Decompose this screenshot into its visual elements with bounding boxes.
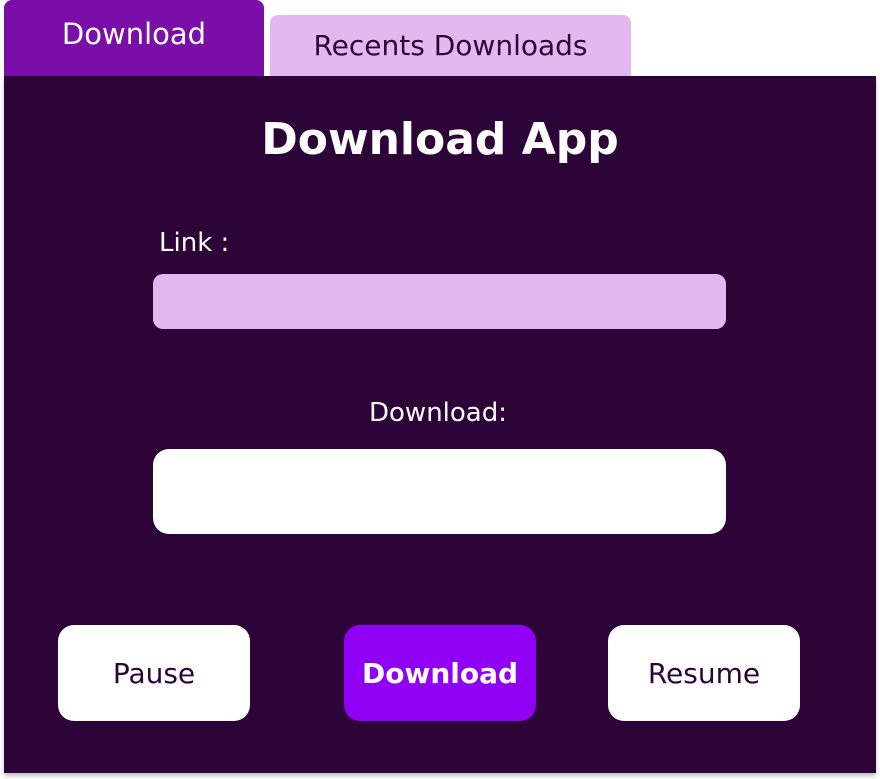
download-label: Download: (369, 398, 507, 428)
link-input[interactable] (153, 274, 726, 329)
tab-recents-label: Recents Downloads (313, 29, 588, 62)
pause-button[interactable]: Pause (58, 625, 250, 721)
download-panel: Download App Link : Download: Pause Down… (4, 76, 876, 773)
download-output-field (153, 449, 726, 534)
resume-button[interactable]: Resume (608, 625, 800, 721)
app-window: Download Recents Downloads Download App … (0, 0, 880, 779)
tab-download[interactable]: Download (4, 0, 264, 76)
tab-download-label: Download (61, 17, 207, 51)
download-button[interactable]: Download (344, 625, 536, 721)
link-label: Link : (159, 228, 230, 258)
tab-recents-downloads[interactable]: Recents Downloads (270, 15, 631, 76)
page-title: Download App (261, 114, 619, 165)
